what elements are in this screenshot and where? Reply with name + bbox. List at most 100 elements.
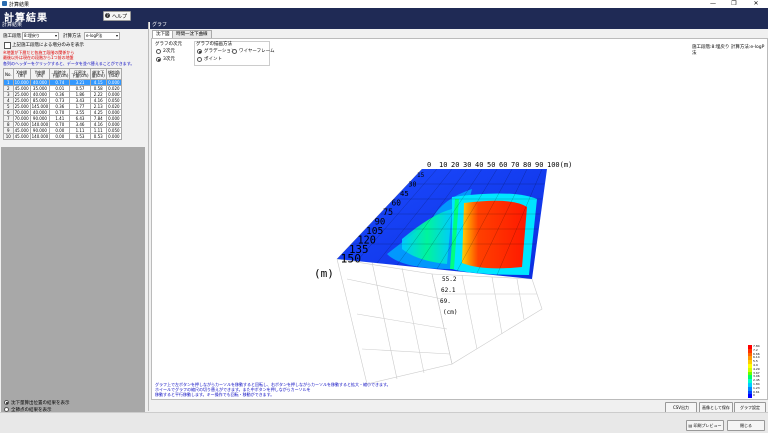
x-tick-label: 40	[475, 161, 483, 169]
result-table-header: No. X座標 (m) Y座標 (m) 即時沈 下量(cm) 圧密沈 下量(cm) 総沈下…	[3, 68, 122, 80]
z-axis-unit: (cm)	[443, 309, 457, 316]
help-button[interactable]: ? ヘルプ	[103, 11, 131, 21]
column-header[interactable]: X座標 (m)	[12, 68, 31, 80]
x-tick-label: 90	[535, 161, 543, 169]
column-header[interactable]: 傾斜角 (rad)	[105, 68, 122, 80]
table-cell: 145.000	[29, 103, 51, 110]
z-tick-label: 55.2	[442, 276, 457, 283]
legend-swatch	[748, 394, 752, 399]
table-cell: 0.53	[69, 133, 91, 140]
y-tick-label: 15	[417, 172, 425, 179]
x-axis-ticks: 0 10 20 30 40 50 60 70 80 90 100(m)	[427, 161, 572, 169]
chevron-down-icon: ▾	[115, 33, 118, 38]
y-tick-label: 150	[341, 252, 362, 266]
column-header[interactable]: 即時沈 下量(cm)	[49, 68, 71, 80]
table-cell: 0.00	[49, 133, 71, 140]
table-cell: 0.53	[89, 133, 107, 140]
minimize-icon[interactable]: —	[706, 0, 720, 7]
x-tick-label: 60	[499, 161, 507, 169]
color-legend: 7.84 7.2 6.66 6.14 5.5 4.9 4.29 3.67 3.06 2.45 1.8…	[748, 344, 766, 400]
stage-select[interactable]: 8:埋戻り ▾	[22, 32, 59, 40]
table-cell: 40.000	[29, 109, 51, 116]
y-tick-label: 30	[409, 181, 417, 189]
table-cell: 90.000	[29, 115, 51, 122]
table-row[interactable]: 10 45.000 140.000 0.00 0.53 0.53 0.000	[3, 133, 122, 140]
show-calc-points-label: 沈下量算出位置の結果を表示	[11, 401, 70, 406]
x-tick-label: 80	[523, 161, 531, 169]
table-cell: 0.020	[105, 85, 122, 92]
increment-checkbox[interactable]	[4, 42, 11, 49]
column-header[interactable]: Y座標 (m)	[29, 68, 51, 80]
table-cell: 70.000	[12, 109, 31, 116]
help-line-3: 移動すると平行移動します。キー操作でも回転・移動ができます。	[155, 392, 275, 397]
settlement-3d-plot[interactable]: 0 10 20 30 40 50 60 70 80 90 100(m) 15304560759010…	[152, 39, 767, 399]
result-panel-title: 計算結果	[0, 22, 148, 29]
table-cell: 0.000	[105, 109, 122, 116]
print-preview-label: 印刷プレビュー	[693, 423, 722, 428]
column-header[interactable]: 総沈下 量(cm)	[89, 68, 107, 80]
table-cell: 45.000	[12, 127, 31, 134]
table-cell: 0.000	[105, 121, 122, 128]
printer-icon: ▤	[688, 423, 693, 428]
table-cell: 0.050	[105, 127, 122, 134]
table-cell: 0.050	[105, 97, 122, 104]
table-cell: 70.000	[12, 121, 31, 128]
window-title: 計算結果	[9, 2, 30, 8]
table-cell: 45.000	[12, 133, 31, 140]
table-cell: 0.000	[105, 91, 122, 98]
stage-label: 施工段階	[3, 34, 21, 39]
table-cell: 10.000	[12, 79, 31, 86]
maximize-icon[interactable]: ❐	[727, 0, 741, 7]
increment-checkbox-label: 上記施工段階による増分のみを表示	[12, 43, 84, 48]
graph-help-text: グラフ上で左ボタンを押しながらカーソルを移動すると回転し、右ボタンを押しながらカ…	[155, 382, 575, 397]
empty-area	[1, 147, 145, 417]
tab-time-settlement-curve[interactable]: 時間一沈下曲線	[172, 30, 212, 38]
print-preview-button[interactable]: ▤ 印刷プレビュー	[686, 420, 724, 431]
table-cell: 140.000	[29, 121, 51, 128]
result-table-body: 1 10.000 40.000 0.74 3.21 4.15 0.000 2 45.000 35.…	[3, 79, 122, 140]
x-tick-label: 20	[451, 161, 459, 169]
result-table-wrap: No. X座標 (m) Y座標 (m) 即時沈 下量(cm) 圧密沈 下量(cm) 総沈下…	[3, 68, 122, 140]
table-cell: 25.000	[12, 97, 31, 104]
table-cell: 85.000	[29, 97, 51, 104]
close-button[interactable]: 閉じる	[727, 420, 765, 431]
method-select-value: e-logP法	[86, 33, 103, 38]
table-cell: 45.000	[12, 85, 31, 92]
column-header[interactable]: No.	[3, 68, 14, 80]
method-select[interactable]: e-logP法 ▾	[84, 32, 120, 40]
close-icon[interactable]: ✕	[749, 0, 763, 7]
row-number: 10	[3, 133, 14, 140]
table-cell: 90.000	[29, 127, 51, 134]
x-tick-label: 30	[463, 161, 471, 169]
legend-entry: 0	[748, 393, 766, 399]
stage-select-value: 8:埋戻り	[24, 33, 40, 38]
column-header[interactable]: 圧密沈 下量(cm)	[69, 68, 91, 80]
status-bar: ▤ 印刷プレビュー 閉じる	[0, 412, 768, 433]
y-tick-label: 75	[383, 207, 393, 217]
settlement-surface	[337, 169, 547, 279]
table-cell: 35.000	[29, 85, 51, 92]
y-tick-label: 45	[400, 189, 409, 198]
table-cell: 0.000	[105, 133, 122, 140]
show-calc-points-radio[interactable]	[4, 400, 9, 405]
result-table: No. X座標 (m) Y座標 (m) 即時沈 下量(cm) 圧密沈 下量(cm) 総沈下…	[3, 68, 122, 140]
graph-panel-title: グラフ	[150, 22, 768, 29]
legend-value: 0	[753, 393, 755, 398]
table-cell: 0.000	[105, 115, 122, 122]
question-icon: ?	[105, 13, 110, 18]
tab-settlement-diagram[interactable]: 沈下図	[152, 30, 174, 38]
x-tick-label: 70	[511, 161, 519, 169]
x-tick-label: 10	[439, 161, 447, 169]
table-cell: 70.000	[12, 115, 31, 122]
table-cell: 40.000	[29, 91, 51, 98]
z-tick-label: 62.1	[441, 287, 456, 294]
chevron-down-icon: ▾	[54, 33, 57, 38]
graph-area[interactable]: グラフの次元 2次元 3次元 グラフの描画方法 グラデーション ワイヤーフレーム…	[151, 38, 768, 400]
method-label: 計算方法	[63, 34, 81, 39]
z-tick-label: 69.	[440, 298, 451, 305]
note-line-3: 各列のヘッダーをクリックすると、データを並べ替えることができます。	[3, 61, 135, 66]
table-cell: 25.000	[12, 91, 31, 98]
x-tick-label: 50	[487, 161, 495, 169]
x-tick-label: 0	[427, 161, 431, 169]
app-header: 計算結果 ? ヘルプ	[0, 8, 768, 24]
